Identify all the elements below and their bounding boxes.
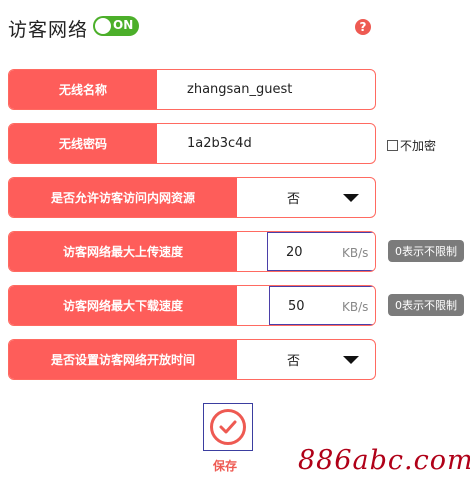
open-time-row: 是否设置访客网络开放时间 否: [8, 339, 376, 380]
upload-speed-unit: KB/s: [342, 246, 369, 260]
chevron-down-icon: [343, 356, 359, 364]
chevron-down-icon: [343, 194, 359, 202]
ssid-input[interactable]: zhangsan_guest: [187, 70, 292, 109]
upload-speed-input[interactable]: 20 KB/s: [267, 232, 375, 271]
upload-speed-row: 访客网络最大上传速度 20 KB/s: [8, 231, 376, 272]
open-time-select[interactable]: 否: [237, 340, 375, 379]
checkbox-box[interactable]: [387, 140, 398, 151]
upload-hint-badge: 0表示不限制: [388, 240, 464, 262]
download-speed-unit: KB/s: [342, 300, 369, 314]
upload-speed-value: 20: [286, 245, 303, 260]
internal-access-row: 是否允许访客访问内网资源 否: [8, 177, 376, 218]
password-label: 无线密码: [9, 124, 157, 163]
checkmark-icon: [219, 420, 237, 434]
help-icon[interactable]: ?: [355, 19, 371, 35]
download-speed-label: 访客网络最大下载速度: [9, 286, 237, 325]
no-encrypt-checkbox[interactable]: 不加密: [387, 137, 436, 154]
toggle-label: ON: [113, 18, 134, 32]
checkmark-circle: [210, 409, 246, 445]
guest-network-toggle[interactable]: ON: [93, 16, 139, 36]
toggle-knob: [95, 18, 111, 34]
internal-access-select[interactable]: 否: [237, 178, 375, 217]
open-time-label: 是否设置访客网络开放时间: [9, 340, 237, 379]
ssid-row: 无线名称 zhangsan_guest: [8, 69, 376, 110]
ssid-label: 无线名称: [9, 70, 157, 109]
save-label: 保存: [213, 459, 238, 473]
save-button[interactable]: [203, 403, 253, 451]
open-time-value: 否: [287, 354, 301, 369]
password-input[interactable]: 1a2b3c4d: [187, 124, 252, 163]
download-speed-input[interactable]: 50 KB/s: [269, 286, 375, 325]
upload-speed-label: 访客网络最大上传速度: [9, 232, 237, 271]
watermark-text: 886abc.com: [298, 445, 470, 476]
download-hint-badge: 0表示不限制: [388, 294, 464, 316]
download-speed-value: 50: [288, 299, 305, 314]
internal-access-value: 否: [287, 192, 301, 207]
no-encrypt-label: 不加密: [400, 139, 437, 153]
page-title: 访客网络: [8, 19, 89, 41]
internal-access-label: 是否允许访客访问内网资源: [9, 178, 237, 217]
download-speed-row: 访客网络最大下载速度 50 KB/s: [8, 285, 376, 326]
password-row: 无线密码 1a2b3c4d: [8, 123, 376, 164]
